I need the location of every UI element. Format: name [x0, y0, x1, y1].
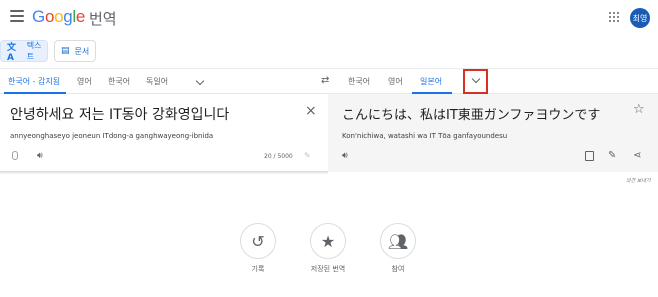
target-romanization: Kon'nichiwa, watashi wa IT Tōa ganfayoun…	[342, 132, 508, 140]
tab-text[interactable]: 文A 텍스트	[0, 40, 48, 63]
source-more-languages-icon[interactable]	[195, 76, 205, 86]
google-logo[interactable]: Google	[32, 7, 85, 27]
contribute-label: 참여	[391, 265, 405, 273]
character-count: 20 / 5000	[264, 153, 293, 160]
translated-text: こんにちは、私はIT東亜ガンファヨウンです	[342, 108, 601, 123]
source-lang-detected[interactable]: 한국어 - 감지됨	[8, 76, 60, 87]
target-lang-english[interactable]: 영어	[388, 76, 403, 87]
avatar[interactable]: 최영	[630, 8, 650, 28]
source-romanization: annyeonghaseyo jeoneun ITdong-a ganghway…	[10, 132, 214, 140]
edit-translation-icon[interactable]: ✎	[608, 150, 616, 161]
target-lang-japanese[interactable]: 일본어	[420, 76, 442, 87]
header: Google 번역 최영	[0, 0, 658, 36]
menu-icon[interactable]	[10, 10, 24, 24]
tab-text-label: 텍스트	[26, 41, 42, 61]
star-icon[interactable]: ★	[310, 223, 346, 259]
save-translation-star-icon[interactable]: ☆	[633, 102, 645, 117]
people-icon[interactable]: 👥︎	[380, 223, 416, 259]
history-icon[interactable]: ↺	[240, 223, 276, 259]
contribute-action[interactable]: 👥︎ 참여	[368, 223, 428, 274]
tab-document-label: 문서	[74, 46, 90, 56]
language-bar: 한국어 - 감지됨 영어 한국어 독일어 ⇄ 한국어 영어 일본어	[0, 68, 658, 94]
target-more-languages-button[interactable]	[463, 69, 488, 94]
clear-source-icon[interactable]: ×	[305, 104, 317, 118]
target-panel: こんにちは、私はIT東亜ガンファヨウンです Kon'nichiwa, watas…	[328, 94, 658, 172]
target-lang-korean[interactable]: 한국어	[348, 76, 370, 87]
source-speaker-icon[interactable]: 🔊︎	[37, 151, 43, 161]
send-feedback-link[interactable]: 의견 보내기	[626, 177, 651, 184]
copy-icon[interactable]	[585, 151, 594, 161]
source-lang-english[interactable]: 영어	[77, 76, 92, 87]
tab-document[interactable]: ▤ 문서	[54, 40, 96, 62]
source-lang-german[interactable]: 독일어	[146, 76, 168, 87]
microphone-icon[interactable]	[12, 151, 18, 160]
source-lang-korean[interactable]: 한국어	[108, 76, 130, 87]
history-label: 기록	[251, 265, 265, 273]
source-text-input[interactable]: 안녕하세요 저는 IT동아 강화영입니다	[10, 104, 229, 124]
swap-languages-icon[interactable]: ⇄	[321, 75, 329, 86]
apps-grid-icon[interactable]	[609, 12, 619, 22]
translate-icon: 文A	[7, 42, 17, 63]
product-name: 번역	[89, 10, 117, 28]
document-icon: ▤	[61, 46, 70, 56]
source-edit-icon: ✎	[304, 151, 311, 160]
saved-action[interactable]: ★ 저장된 번역	[298, 223, 358, 274]
history-action[interactable]: ↺ 기록	[228, 223, 288, 274]
saved-label: 저장된 번역	[310, 265, 346, 273]
source-panel: 안녕하세요 저는 IT동아 강화영입니다 annyeonghaseyo jeon…	[0, 94, 328, 172]
target-speaker-icon[interactable]: 🔊︎	[342, 151, 348, 161]
share-icon[interactable]: ⋖	[633, 150, 641, 161]
chevron-down-icon	[471, 74, 481, 84]
